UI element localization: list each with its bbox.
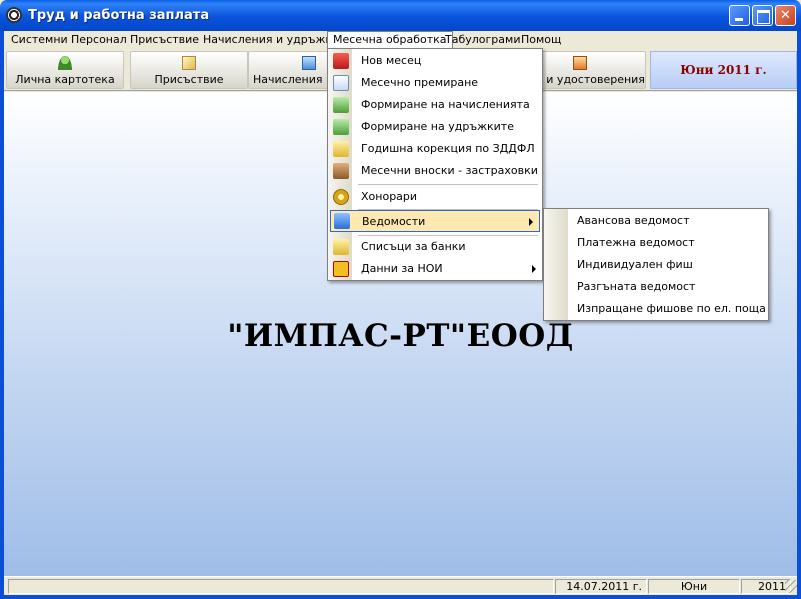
submenu-arrow-icon	[529, 218, 533, 226]
menu-item-label: Индивидуален фиш	[577, 258, 693, 271]
bank-icon	[333, 239, 349, 255]
menu-item-label: Формиране на удръжките	[361, 120, 514, 133]
calculator-icon	[302, 56, 316, 70]
resize-grip-icon[interactable]	[785, 580, 797, 593]
noi-icon	[333, 261, 349, 277]
menu-item-form-deductions[interactable]: Формиране на удръжките	[328, 116, 542, 138]
menu-separator	[358, 184, 538, 185]
menu-item-label: Годишна корекция по ЗДДФЛ	[361, 142, 535, 155]
person-icon	[58, 56, 72, 70]
menu-item-label: Авансова ведомост	[577, 214, 690, 227]
attendance-button[interactable]: Присъствие	[130, 51, 248, 89]
menu-item-label: Платежна ведомост	[577, 236, 695, 249]
status-date: 14.07.2011 г.	[555, 579, 647, 594]
pencil-note-icon	[182, 56, 196, 70]
menu-item-label: Разгъната ведомост	[577, 280, 696, 293]
monitor-icon	[333, 97, 349, 113]
menu-tabulograms[interactable]: Табулограми	[440, 32, 525, 49]
calendar-icon	[333, 53, 349, 69]
accruals-button[interactable]: Начисления и у	[248, 51, 328, 89]
window-title: Труд и работна заплата	[28, 8, 210, 23]
minimize-button[interactable]	[729, 5, 750, 26]
menu-item-payrolls[interactable]: Ведомости	[330, 210, 540, 232]
company-name: "ИМПАС-РТ"ЕООД	[227, 318, 574, 354]
menu-item-label: Месечни вноски - застраховки	[361, 164, 538, 177]
menu-item-label: Нов месец	[361, 54, 422, 67]
close-button[interactable]	[775, 5, 796, 26]
menu-attendance[interactable]: Присъствие	[125, 32, 204, 49]
certificate-icon	[573, 56, 587, 70]
menu-monthly-processing[interactable]: Месечна обработка	[327, 31, 453, 49]
menu-item-annual-correction[interactable]: Годишна корекция по ЗДДФЛ	[328, 138, 542, 160]
submenu-arrow-icon	[532, 265, 536, 273]
ledger-icon	[334, 213, 350, 229]
app-gear-icon[interactable]	[6, 7, 22, 23]
menu-help[interactable]: Помощ	[516, 32, 566, 49]
maximize-button[interactable]	[752, 5, 773, 26]
submenu-payment-payroll[interactable]: Платежна ведомост	[544, 232, 768, 254]
menu-personnel[interactable]: Персонал	[66, 32, 132, 49]
payroll-submenu: Авансова ведомост Платежна ведомост Инди…	[543, 208, 769, 321]
menu-item-bank-lists[interactable]: Списъци за банки	[328, 236, 542, 258]
status-month: Юни	[648, 579, 740, 594]
menu-item-new-month[interactable]: Нов месец	[328, 50, 542, 72]
menu-item-label: Ведомости	[362, 215, 426, 228]
status-year: 2011	[741, 579, 791, 594]
menu-item-label: Формиране на начисленията	[361, 98, 530, 111]
coin-icon	[333, 189, 349, 205]
menu-system[interactable]: Системни	[6, 32, 73, 49]
menu-item-label: Данни за НОИ	[361, 262, 443, 275]
menu-item-form-accruals[interactable]: Формиране на начисленията	[328, 94, 542, 116]
period-badge: Юни 2011 г.	[650, 51, 797, 89]
submenu-advance-payroll[interactable]: Авансова ведомост	[544, 210, 768, 232]
menu-bar: Системни Персонал Присъствие Начисления …	[4, 31, 797, 49]
menu-accruals[interactable]: Начисления и удръжки	[198, 32, 344, 49]
note-icon	[333, 141, 349, 157]
certificates-label: ки и удостоверения	[529, 73, 645, 86]
attendance-label: Присъствие	[154, 73, 224, 86]
menu-item-fees[interactable]: Хонорари	[328, 186, 542, 208]
menu-item-label: Месечно премиране	[361, 76, 479, 89]
menu-item-monthly-bonus[interactable]: Месечно премиране	[328, 72, 542, 94]
doc-icon	[333, 75, 349, 91]
menu-item-label: Изпращане фишове по ел. поща	[577, 302, 766, 315]
accruals-label: Начисления и у	[253, 73, 327, 86]
personnel-file-button[interactable]: Лична картотека	[6, 51, 124, 89]
menu-item-label: Хонорари	[361, 190, 418, 203]
submenu-individual-slip[interactable]: Индивидуален фиш	[544, 254, 768, 276]
status-empty-cell	[8, 579, 554, 594]
menu-item-insurance[interactable]: Месечни вноски - застраховки	[328, 160, 542, 182]
certificates-button[interactable]: ки и удостоверения	[528, 51, 646, 89]
monitor-list-icon	[333, 119, 349, 135]
status-bar: 14.07.2011 г. Юни 2011	[4, 576, 797, 595]
package-icon	[333, 163, 349, 179]
submenu-email-slips[interactable]: Изпращане фишове по ел. поща	[544, 298, 768, 320]
title-bar[interactable]: Труд и работна заплата	[0, 0, 801, 31]
menu-item-label: Списъци за банки	[361, 240, 466, 253]
menu-item-noi-data[interactable]: Данни за НОИ	[328, 258, 542, 280]
submenu-expanded-payroll[interactable]: Разгъната ведомост	[544, 276, 768, 298]
personnel-file-label: Лична картотека	[15, 73, 115, 86]
monthly-processing-menu: Нов месец Месечно премиране Формиране на…	[327, 48, 543, 281]
